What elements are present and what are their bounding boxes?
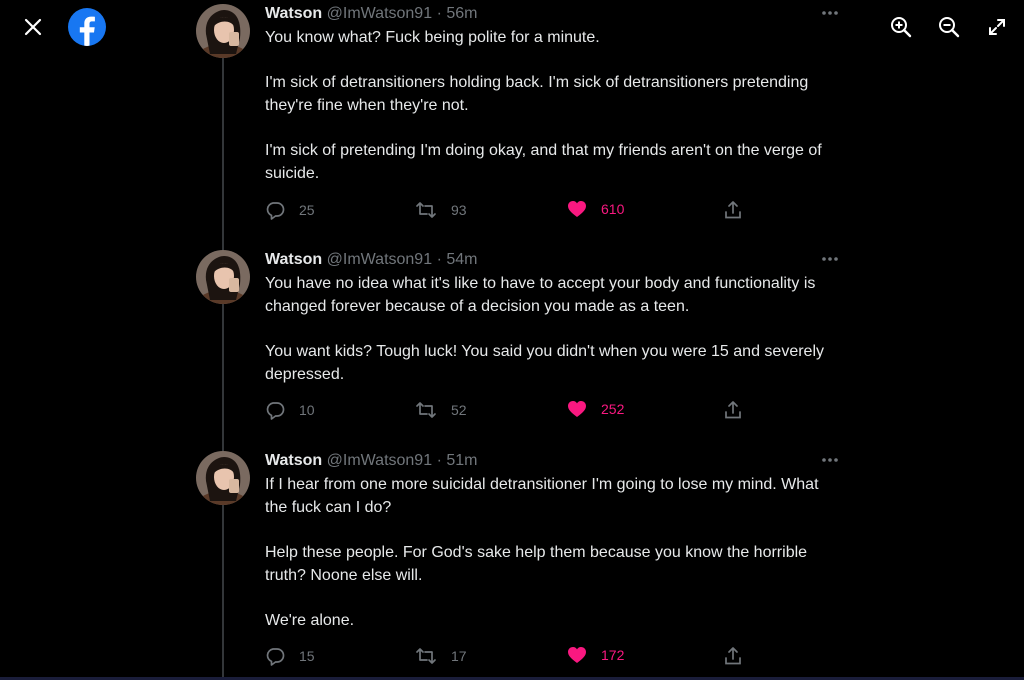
tweet-paragraph: Help these people. For God's sake help t… <box>265 544 808 584</box>
author-name[interactable]: Watson <box>265 251 322 268</box>
retweet-count: 17 <box>451 648 467 664</box>
separator-dot: · <box>436 5 442 22</box>
heart-filled-icon <box>568 647 586 663</box>
share-icon <box>725 201 741 219</box>
more-options-button[interactable] <box>819 248 841 270</box>
like-button[interactable]: 252 <box>567 400 624 418</box>
retweet-button[interactable]: 52 <box>415 400 467 420</box>
tweet-body: Watson @ImWatson91 · 51m If I hear from … <box>265 449 838 632</box>
tweet-header: Watson @ImWatson91 · 54m <box>265 248 835 272</box>
more-dots-icon <box>822 458 838 462</box>
heart-filled-icon <box>568 201 586 217</box>
like-count: 172 <box>601 647 625 663</box>
tweet-text: You know what? Fuck being polite for a m… <box>265 26 835 185</box>
tweet-actions: 25 93 610 <box>265 200 765 224</box>
avatar[interactable] <box>196 250 250 304</box>
author-handle[interactable]: @ImWatson91 <box>327 452 432 469</box>
zoom-out-icon <box>939 17 960 38</box>
timestamp[interactable]: 56m <box>446 5 477 22</box>
tweet-paragraph: We're alone. <box>265 612 355 629</box>
close-icon <box>24 18 42 36</box>
more-dots-icon <box>822 11 838 15</box>
reply-icon <box>266 648 285 666</box>
reply-icon <box>266 402 285 420</box>
expand-icon <box>989 19 1005 35</box>
retweet-icon <box>416 202 436 218</box>
tweet-actions: 15 17 172 <box>265 646 765 670</box>
reply-count: 15 <box>299 648 315 664</box>
facebook-logo-icon <box>68 8 106 46</box>
avatar[interactable] <box>196 4 250 58</box>
tweet-text: You have no idea what it's like to have … <box>265 272 835 386</box>
tweet-paragraph: You have no idea what it's like to have … <box>265 275 816 315</box>
fullscreen-button[interactable] <box>984 14 1010 40</box>
more-dots-icon <box>822 257 838 261</box>
more-options-button[interactable] <box>819 449 841 471</box>
tweet[interactable]: Watson @ImWatson91 · 51m If I hear from … <box>196 449 846 674</box>
retweet-icon <box>416 648 436 664</box>
separator-dot: · <box>436 251 442 268</box>
tweet[interactable]: Watson @ImWatson91 · 56m You know what? … <box>196 2 846 232</box>
zoom-out-button[interactable] <box>936 14 962 40</box>
reply-button[interactable]: 15 <box>265 646 315 666</box>
timestamp[interactable]: 54m <box>446 251 477 268</box>
close-button[interactable] <box>20 12 46 42</box>
tweet-paragraph: I'm sick of detransitioners holding back… <box>265 74 809 114</box>
tweet-actions: 10 52 252 <box>265 400 765 424</box>
reply-count: 10 <box>299 402 315 418</box>
retweet-count: 93 <box>451 202 467 218</box>
share-button[interactable] <box>724 646 742 666</box>
tweet-text: If I hear from one more suicidal detrans… <box>265 473 835 632</box>
retweet-icon <box>416 402 436 418</box>
tweet-body: Watson @ImWatson91 · 56m You know what? … <box>265 2 838 185</box>
timestamp[interactable]: 51m <box>446 452 477 469</box>
author-handle[interactable]: @ImWatson91 <box>327 251 432 268</box>
retweet-button[interactable]: 93 <box>415 200 467 220</box>
share-icon <box>725 401 741 419</box>
reply-button[interactable]: 25 <box>265 200 315 220</box>
share-button[interactable] <box>724 400 742 420</box>
retweet-count: 52 <box>451 402 467 418</box>
author-name[interactable]: Watson <box>265 452 322 469</box>
more-options-button[interactable] <box>819 2 841 24</box>
share-button[interactable] <box>724 200 742 220</box>
like-button[interactable]: 610 <box>567 200 624 218</box>
separator-dot: · <box>436 452 442 469</box>
heart-filled-icon <box>568 401 586 417</box>
reply-count: 25 <box>299 202 315 218</box>
like-button[interactable]: 172 <box>567 646 624 664</box>
tweet-paragraph: You know what? Fuck being polite for a m… <box>265 29 600 46</box>
tweet-paragraph: If I hear from one more suicidal detrans… <box>265 476 819 516</box>
viewer-toolbar-left <box>20 8 106 46</box>
retweet-button[interactable]: 17 <box>415 646 467 666</box>
share-icon <box>725 647 741 665</box>
tweet-paragraph: I'm sick of pretending I'm doing okay, a… <box>265 142 822 182</box>
tweet-paragraph: You want kids? Tough luck! You said you … <box>265 343 824 383</box>
reply-button[interactable]: 10 <box>265 400 315 420</box>
like-count: 610 <box>601 201 625 217</box>
tweet-body: Watson @ImWatson91 · 54m You have no ide… <box>265 248 838 386</box>
avatar[interactable] <box>196 451 250 505</box>
reply-icon <box>266 202 285 220</box>
zoom-in-icon <box>891 17 912 38</box>
tweet-header: Watson @ImWatson91 · 56m <box>265 2 835 26</box>
like-count: 252 <box>601 401 625 417</box>
author-name[interactable]: Watson <box>265 5 322 22</box>
tweet-header: Watson @ImWatson91 · 51m <box>265 449 835 473</box>
viewer-toolbar-right <box>888 14 1010 40</box>
zoom-in-button[interactable] <box>888 14 914 40</box>
tweet[interactable]: Watson @ImWatson91 · 54m You have no ide… <box>196 248 846 428</box>
author-handle[interactable]: @ImWatson91 <box>327 5 432 22</box>
